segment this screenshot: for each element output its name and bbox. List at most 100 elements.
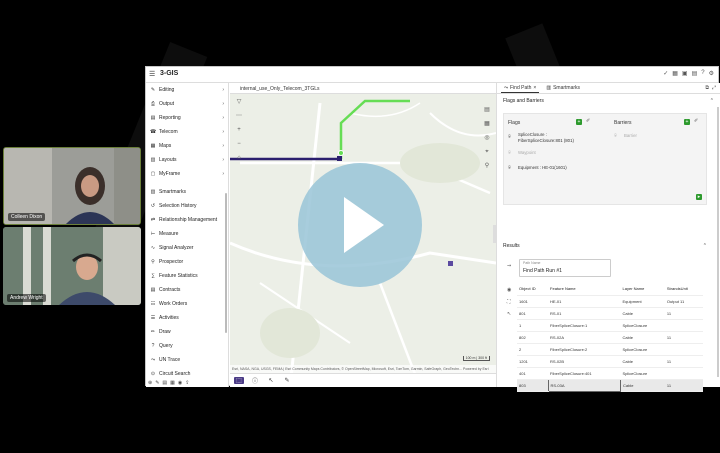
sidebar-item-work-orders[interactable]: ☷ Work Orders [146,297,228,311]
sidebar-item-editing[interactable]: ✎ Editing › [146,83,228,97]
search-icon[interactable]: ⚲ [482,161,492,171]
check-icon[interactable]: ✓ [663,70,668,77]
sidebar-item-query[interactable]: ? Query [146,339,228,353]
select-tool-icon[interactable]: ⬚ [234,377,244,384]
table-row[interactable]: 802 RS-02A Cable 11 [517,331,703,344]
pointer-icon[interactable]: ↖ [266,377,276,384]
flag-marker[interactable] [338,150,344,156]
sidebar-item-maps[interactable]: ▦ Maps › [146,139,228,153]
zoom-in-icon[interactable]: + [234,125,244,135]
edit-icon[interactable]: ✎ [155,380,159,386]
settings-icon[interactable]: ⚙ [709,70,714,77]
location-pin-icon: ⌾ [508,134,512,140]
sidebar-item-smartmarks[interactable]: ▥ Smartmarks [146,185,228,199]
table-row[interactable]: 1 FiberSpliceClosure:1 SpliceClosure [517,319,703,332]
path-name-field[interactable]: Path Name Find Path Run #1 [519,259,611,277]
sidebar-item-reporting[interactable]: ▤ Reporting › [146,111,228,125]
home-icon[interactable]: ⌂ [234,153,244,163]
table-row[interactable]: 401 FiberSpliceClosure:401 SpliceClosure [517,367,703,380]
play-button[interactable] [298,163,422,287]
table-cell: Cable [620,307,665,320]
table-row[interactable]: 803 RS-03A Cable 11 [517,378,703,392]
sidebar-item-signal-analyzer[interactable]: ∿ Signal Analyzer [146,241,228,255]
add-icon[interactable]: ⊕ [148,380,152,386]
close-icon[interactable]: × [533,85,536,91]
sidebar-item-label: Relationship Management [159,217,218,223]
chat-icon[interactable]: ▣ [682,70,688,77]
run-trace-button[interactable]: ▸ [696,194,702,200]
expand-icon[interactable]: ⤢ [712,85,716,91]
sidebar-item-un-trace[interactable]: ⤳ UN Trace [146,353,228,367]
barrier-pick-icon[interactable]: ✐ [694,118,698,124]
compass-icon[interactable]: ◎ [482,133,492,143]
sidebar-item-selection-history[interactable]: ↺ Selection History [146,199,228,213]
map-icon: ▦ [150,143,156,149]
layers-icon[interactable]: ▤ [162,380,167,386]
barrier-placeholder[interactable]: Barrier [624,133,637,139]
add-barrier-button[interactable]: + [684,119,690,125]
sidebar-item-myframe[interactable]: ▢ MyFrame › [146,167,228,181]
sidebar-item-contracts[interactable]: ▤ Contracts [146,283,228,297]
table-row[interactable]: 801 RS-01 Cable 11 [517,307,703,320]
column-header[interactable]: Feature Name [548,283,621,296]
sidebar-item-prospector[interactable]: ⚲ Prospector [146,255,228,269]
sidebar-item-feature-statistics[interactable]: ∑ Feature Statistics [146,269,228,283]
column-header[interactable]: Layer Name [620,283,665,296]
sidebar-menu: ✎ Editing › ⎙ Output › ▤ Reporting › ☎ Telecom › ▦ Ma… [146,83,229,387]
more-icon[interactable]: ⋯ [234,111,244,121]
info-icon[interactable]: ⓘ [250,376,260,385]
layers-icon[interactable]: ▤ [482,105,492,115]
participant-video-tile[interactable]: Colleen Dixon [3,147,141,225]
share-icon[interactable]: ⇪ [185,380,189,386]
table-cell: Output 11 [664,295,703,308]
results-header[interactable]: Results ⌃ [503,243,711,249]
zoom-to-icon[interactable]: ⛶ [507,299,511,305]
pen-icon[interactable]: ✎ [282,377,292,384]
table-cell: 11 [664,355,703,368]
sidebar-scrollbar[interactable] [225,193,227,333]
table-icon[interactable]: ▦ [170,380,175,386]
flag-pick-icon[interactable]: ✐ [586,118,590,124]
sidebar-item-telecom[interactable]: ☎ Telecom › [146,125,228,139]
grid-icon[interactable]: ▦ [672,70,678,77]
table-row[interactable]: 1601 HE-01 Equipment Output 11 [517,295,703,308]
notification-icon[interactable]: ▤ [692,70,698,77]
sidebar-item-layouts[interactable]: ▥ Layouts › [146,153,228,167]
sidebar-item-label: Contracts [159,287,181,293]
results-table-body: 1601 HE-01 Equipment Output 11 801 RS-01 Cable… [517,295,703,392]
sidebar-item-draw[interactable]: ✏ Draw [146,325,228,339]
panel-scrollbar[interactable] [717,107,719,377]
basemap-icon[interactable]: ▦ [482,119,492,129]
chevron-up-icon[interactable]: ⌃ [703,243,707,249]
popout-icon[interactable]: ⧉ [705,85,709,91]
sidebar-item-label: UN Trace [159,357,181,363]
chat-icon[interactable]: ◉ [178,380,182,386]
waypoint-placeholder[interactable]: Waypoint [518,150,536,156]
filter-icon[interactable]: ▽ [234,97,244,107]
sidebar-item-relationship-management[interactable]: ⇄ Relationship Management [146,213,228,227]
column-header[interactable]: StrandsUnit [664,283,703,296]
zoom-out-icon[interactable]: − [234,139,244,149]
sidebar-item-output[interactable]: ⎙ Output › [146,97,228,111]
tab-find-path[interactable]: ⤳ Find Path × [501,84,540,93]
sidebar-item-measure[interactable]: ⊢ Measure [146,227,228,241]
chevron-up-icon[interactable]: ⌃ [710,98,714,104]
cursor-icon[interactable]: ↖ [507,311,511,317]
splice-closure-marker[interactable] [448,261,453,266]
table-row[interactable]: 1201 RS-02B Cable 11 [517,355,703,368]
table-row[interactable]: 2 FiberSpliceClosure:2 SpliceClosure [517,343,703,356]
tab-smartmarks[interactable]: ▥ Smartmarks [543,84,583,92]
panel-collapse-handle[interactable] [493,225,497,243]
participant-video-tile[interactable]: Andrew Wright [3,227,141,305]
help-icon[interactable]: ? [701,70,704,77]
equipment-marker[interactable] [337,156,342,161]
history-icon: ↺ [150,203,156,209]
sidebar-item-activities[interactable]: ☰ Activities [146,311,228,325]
add-flag-button[interactable]: + [576,119,582,125]
flags-barriers-header[interactable]: Flags and Barriers ⌃ [497,94,720,108]
map-tab[interactable]: internal_use_Only_Telecom_3TGLs [230,83,496,94]
locate-icon[interactable]: ⌖ [482,147,492,157]
hamburger-menu-icon[interactable]: ☰ [149,71,156,78]
globe-icon[interactable]: ◉ [507,287,511,293]
column-header[interactable]: Object ID [517,283,549,296]
